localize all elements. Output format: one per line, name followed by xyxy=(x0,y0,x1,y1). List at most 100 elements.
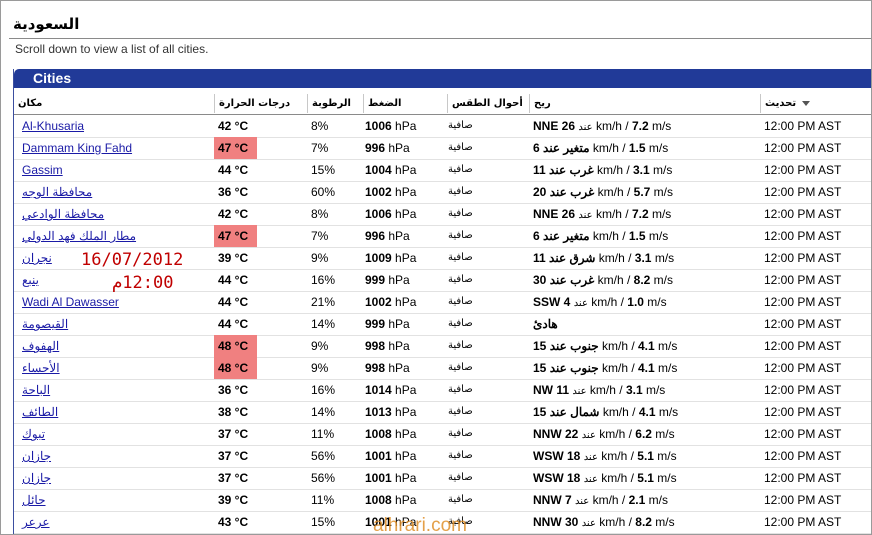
humidity-cell: 15% xyxy=(311,163,336,177)
updated-cell: 12:00 PM AST xyxy=(764,207,842,221)
city-link[interactable]: نجران xyxy=(22,251,52,265)
city-link[interactable]: جازان xyxy=(22,449,51,463)
city-cell: Al-Khusaria xyxy=(22,115,84,137)
weather-cell: صافية xyxy=(448,120,473,131)
wind-at-label: عند xyxy=(572,386,587,397)
city-cell: Gassim xyxy=(22,159,63,181)
pressure-unit: hPa xyxy=(391,405,417,419)
city-link[interactable]: حائل xyxy=(22,493,46,507)
humidity-cell: 14% xyxy=(311,317,336,331)
city-link[interactable]: جازان xyxy=(22,471,51,485)
city-link[interactable]: القيصومة xyxy=(22,317,68,331)
updated-cell: 12:00 PM AST xyxy=(764,361,842,375)
updated-cell: 12:00 PM AST xyxy=(764,141,842,155)
city-link[interactable]: Dammam King Fahd xyxy=(22,141,132,155)
wind-ms-value: 3.1 xyxy=(633,163,650,177)
temp-cell: 47 °C xyxy=(214,225,257,247)
wind-direction: 11 غرب عند xyxy=(533,163,594,177)
city-link[interactable]: الهفوف xyxy=(22,339,59,353)
city-cell: ينبع xyxy=(22,269,39,291)
scroll-hint: Scroll down to view a list of all cities… xyxy=(15,42,209,56)
temp-cell: 36 °C xyxy=(218,185,249,199)
wind-kmh-unit: km/h / xyxy=(601,361,638,375)
wind-kmh-unit: km/h / xyxy=(595,515,636,529)
pressure-cell: 1001 hPa xyxy=(365,467,416,489)
wind-at-label: عند xyxy=(583,452,598,463)
humidity-cell: 16% xyxy=(311,273,336,287)
col-updated[interactable]: تحديث xyxy=(760,94,871,113)
col-temp[interactable]: درجات الحرارة xyxy=(214,94,307,113)
city-link[interactable]: مطار الملك فهد الدولي xyxy=(22,229,136,243)
wind-kmh-unit: km/h / xyxy=(589,493,629,507)
city-link[interactable]: الطائف xyxy=(22,405,58,419)
pressure-cell: 1002 hPa xyxy=(365,181,416,203)
wind-cell: WSW 18 عند km/h / 5.1 m/s xyxy=(533,467,677,489)
weather-cell: صافية xyxy=(448,406,473,417)
city-link[interactable]: الأحساء xyxy=(22,361,60,375)
pressure-value: 1008 xyxy=(365,493,392,507)
pressure-unit: hPa xyxy=(385,141,410,155)
pressure-unit: hPa xyxy=(391,427,417,441)
wind-at-label: عند xyxy=(583,474,598,485)
wind-ms-unit: m/s xyxy=(651,515,675,529)
humidity-cell: 56% xyxy=(311,471,336,485)
table-row: جازان 37 °C 56% 1001 hPa صافية WSW 18 عند km/… xyxy=(14,467,871,490)
humidity-cell: 8% xyxy=(311,119,329,133)
pressure-cell: 1013 hPa xyxy=(365,401,416,423)
temp-cell: 42 °C xyxy=(218,119,249,133)
col-weather[interactable]: أحوال الطقس xyxy=(447,94,529,113)
col-wind[interactable]: ريح xyxy=(529,94,760,113)
city-link[interactable]: تبوك xyxy=(22,427,45,441)
pressure-value: 996 xyxy=(365,229,386,243)
city-cell: الأحساء xyxy=(22,357,60,379)
weather-cell: صافية xyxy=(448,362,473,373)
pressure-unit: hPa xyxy=(385,339,410,353)
wind-cell: NNW 30 عند km/h / 8.2 m/s xyxy=(533,511,675,533)
temp-cell: 44 °C xyxy=(218,273,249,287)
pressure-value: 998 xyxy=(365,339,386,353)
city-link[interactable]: Gassim xyxy=(22,163,63,177)
wind-kmh-unit: km/h / xyxy=(592,119,632,133)
sort-down-icon[interactable] xyxy=(802,100,811,106)
city-link[interactable]: محافظة الوجه xyxy=(22,185,92,199)
city-link[interactable]: الباحة xyxy=(22,383,50,397)
city-cell: محافظة الوادعي xyxy=(22,203,104,225)
pressure-cell: 1002 hPa xyxy=(365,291,416,313)
wind-ms-value: 8.2 xyxy=(635,515,652,529)
updated-cell: 12:00 PM AST xyxy=(764,339,842,353)
pressure-value: 1001 xyxy=(365,471,392,485)
col-city[interactable]: مكان xyxy=(14,94,214,113)
city-link[interactable]: محافظة الوادعي xyxy=(22,207,104,221)
humidity-cell: 14% xyxy=(311,405,336,419)
wind-cell: WSW 18 عند km/h / 5.1 m/s xyxy=(533,445,677,467)
table-row: القيصومة 44 °C 14% 999 hPa صافية هادئ 12:00 P… xyxy=(14,313,871,336)
wind-ms-value: 1.5 xyxy=(628,141,646,155)
updated-cell: 12:00 PM AST xyxy=(764,405,842,419)
temp-cell: 37 °C xyxy=(218,471,249,485)
wind-kmh-unit: km/h / xyxy=(597,449,638,463)
city-cell: جازان xyxy=(22,445,51,467)
city-link[interactable]: ينبع xyxy=(22,273,39,287)
wind-cell: 6 متغير عند km/h / 1.5 m/s xyxy=(533,137,668,159)
city-link[interactable]: Al-Khusaria xyxy=(22,119,84,133)
wind-direction: NNE 26 xyxy=(533,207,576,221)
city-link[interactable]: عرعر xyxy=(22,515,50,529)
city-link[interactable]: Wadi Al Dawasser xyxy=(22,295,119,309)
weather-cell: صافية xyxy=(448,164,473,175)
overlay-date: 16/07/2012 xyxy=(81,250,184,270)
pressure-cell: 998 hPa xyxy=(365,357,410,379)
wind-ms-value: 1.5 xyxy=(628,229,646,243)
temp-cell: 44 °C xyxy=(218,163,249,177)
wind-cell: NW 11 عند km/h / 3.1 m/s xyxy=(533,379,665,401)
temp-cell: 37 °C xyxy=(218,449,249,463)
wind-ms-unit: m/s xyxy=(643,295,667,309)
col-humidity[interactable]: الرطوبة xyxy=(307,94,363,113)
temp-cell: 38 °C xyxy=(218,405,249,419)
wind-ms-unit: m/s xyxy=(649,163,673,177)
col-pressure[interactable]: الضغط xyxy=(363,94,447,113)
weather-cell: صافية xyxy=(448,428,473,439)
pressure-cell: 999 hPa xyxy=(365,269,410,291)
pressure-value: 1002 xyxy=(365,185,392,199)
table-row: مطار الملك فهد الدولي 47 °C 7% 996 hPa صافية… xyxy=(14,225,871,248)
temp-cell: 36 °C xyxy=(218,383,249,397)
